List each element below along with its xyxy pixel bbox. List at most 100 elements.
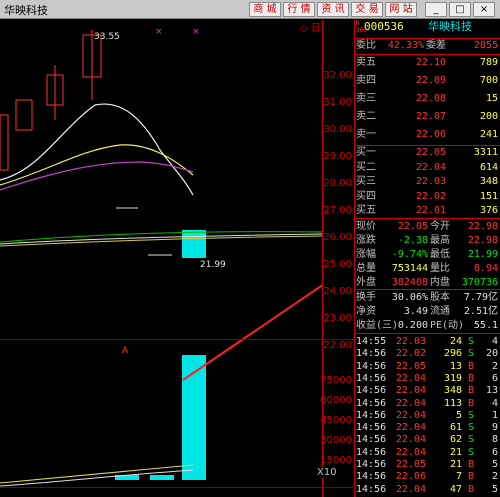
value: 382408 (391, 277, 428, 288)
value: 22.98 (467, 221, 498, 232)
high-label: 33.55 (94, 32, 120, 42)
price-tick: 26.00 (323, 232, 352, 243)
price-tick: 23.00 (323, 313, 352, 324)
stat-row: 涨跌 -2.38 最高 22.98 (356, 234, 500, 248)
price: 22.08 (415, 93, 446, 104)
price: 22.04 (395, 483, 426, 495)
value: 3.49 (403, 306, 428, 317)
value: 42.33% (387, 40, 424, 51)
label: 净资 (356, 306, 376, 317)
volume: 47 (449, 483, 462, 495)
stock-header: R 300 000536 华映科技 (356, 20, 500, 38)
stock-code: 000536 (364, 20, 404, 33)
value: 7.79亿 (463, 292, 498, 303)
price-tick: 29.00 (323, 151, 352, 162)
divider (0, 487, 355, 488)
minimize-button[interactable]: _ (425, 2, 447, 17)
label: 买二 (356, 161, 376, 173)
value: 22.98 (467, 235, 498, 246)
price-tick: 24.00 (323, 286, 352, 297)
value: 753144 (391, 263, 428, 274)
order-ratio-row: 委比 42.33% 委差 2855 (356, 39, 500, 53)
label: 卖五 (356, 57, 376, 68)
price: 22.09 (415, 75, 446, 86)
title-bar: 华映科技 商 城 行 情 资 讯 交 易 网 站 _ □ × (0, 0, 500, 19)
price: 22.05 (415, 147, 446, 158)
value: 21.99 (467, 249, 498, 260)
price-tick: 25.00 (323, 259, 352, 270)
close-button[interactable]: × (473, 2, 495, 17)
label: 委比 (356, 40, 376, 51)
label: 买三 (356, 176, 376, 187)
volume: 348 (479, 176, 498, 187)
window-title: 华映科技 (4, 4, 48, 17)
value: 8.94 (473, 263, 498, 274)
volume-tick: 30000 (320, 435, 352, 446)
buy-row: 买五 22.01 376 (356, 204, 500, 218)
label: 涨幅 (356, 249, 376, 260)
candle (15, 99, 33, 131)
sell-row: 卖三 22.08 15 (356, 92, 500, 106)
stat-row: 现价 22.05 今开 22.98 (356, 220, 500, 234)
stock-name: 华映科技 (428, 20, 472, 33)
tick-row: 14:56 22.04 47 B 5 (356, 483, 500, 497)
volume: 241 (479, 129, 498, 140)
label: 委差 (426, 40, 446, 51)
side: B (467, 483, 474, 495)
sell-row: 卖四 22.09 700 (356, 74, 500, 88)
news-button[interactable]: 资 讯 (317, 2, 349, 17)
buy-row: 买二 22.04 614 (356, 161, 500, 175)
maximize-button[interactable]: □ (449, 2, 471, 17)
period-label[interactable]: ◇ 日 (300, 19, 321, 34)
value: 0.200 (397, 320, 428, 331)
marker: × (192, 27, 200, 37)
trade-button[interactable]: 交 易 (351, 2, 383, 17)
value: -2.38 (397, 235, 428, 246)
label: 卖四 (356, 75, 376, 86)
price-tick: 22.00 (323, 340, 352, 351)
mall-button[interactable]: 商 城 (249, 2, 281, 17)
time: 14:56 (356, 483, 387, 495)
volume-tick: 15000 (320, 455, 352, 466)
volume-tick: 60000 (320, 395, 352, 406)
label: 换手 (356, 292, 376, 303)
volume-multiplier: X10 (317, 467, 352, 478)
kline-chart-area[interactable]: × × 33.55 21.99 A ◇ 日 (0, 20, 355, 497)
buy-row: 买三 22.03 348 (356, 175, 500, 189)
macd-line-white (0, 233, 322, 245)
volume-bar (150, 475, 174, 480)
price-tick: 30.00 (323, 124, 352, 135)
label: 买一 (356, 147, 376, 158)
volume: 15 (485, 93, 498, 104)
price: 22.07 (415, 111, 446, 122)
price-tick: 32.00 (323, 70, 352, 81)
price-tick: 27.00 (323, 205, 352, 216)
volume-bar (182, 355, 206, 480)
label: 买四 (356, 190, 376, 202)
volume: 376 (479, 205, 498, 216)
small-marker: A (122, 346, 129, 356)
value: -9.74% (391, 249, 428, 260)
count: 5 (491, 483, 498, 495)
label: 卖三 (356, 93, 376, 104)
label: 卖一 (356, 129, 376, 140)
low-label: 21.99 (200, 260, 226, 270)
volume: 3311 (473, 147, 498, 158)
volume: 200 (479, 111, 498, 122)
website-button[interactable]: 网 站 (385, 2, 417, 17)
marker: × (155, 27, 163, 37)
market-button[interactable]: 行 情 (283, 2, 315, 17)
stat-row: 换手 30.06% 股本 7.79亿 (356, 291, 500, 305)
volume: 789 (479, 57, 498, 68)
stat-row: 外盘 382408 内盘 370736 (356, 276, 500, 290)
kline-svg: × × (0, 27, 322, 487)
value: 55.1 (473, 320, 498, 331)
price-tick: 28.00 (323, 178, 352, 189)
volume: 614 (479, 161, 498, 173)
price: 22.10 (415, 57, 446, 68)
value: 30.06% (391, 292, 428, 303)
price-tick: 31.00 (323, 97, 352, 108)
sell-row: 卖二 22.07 200 (356, 110, 500, 124)
label: 总量 (356, 263, 376, 274)
price: 22.01 (415, 205, 446, 216)
